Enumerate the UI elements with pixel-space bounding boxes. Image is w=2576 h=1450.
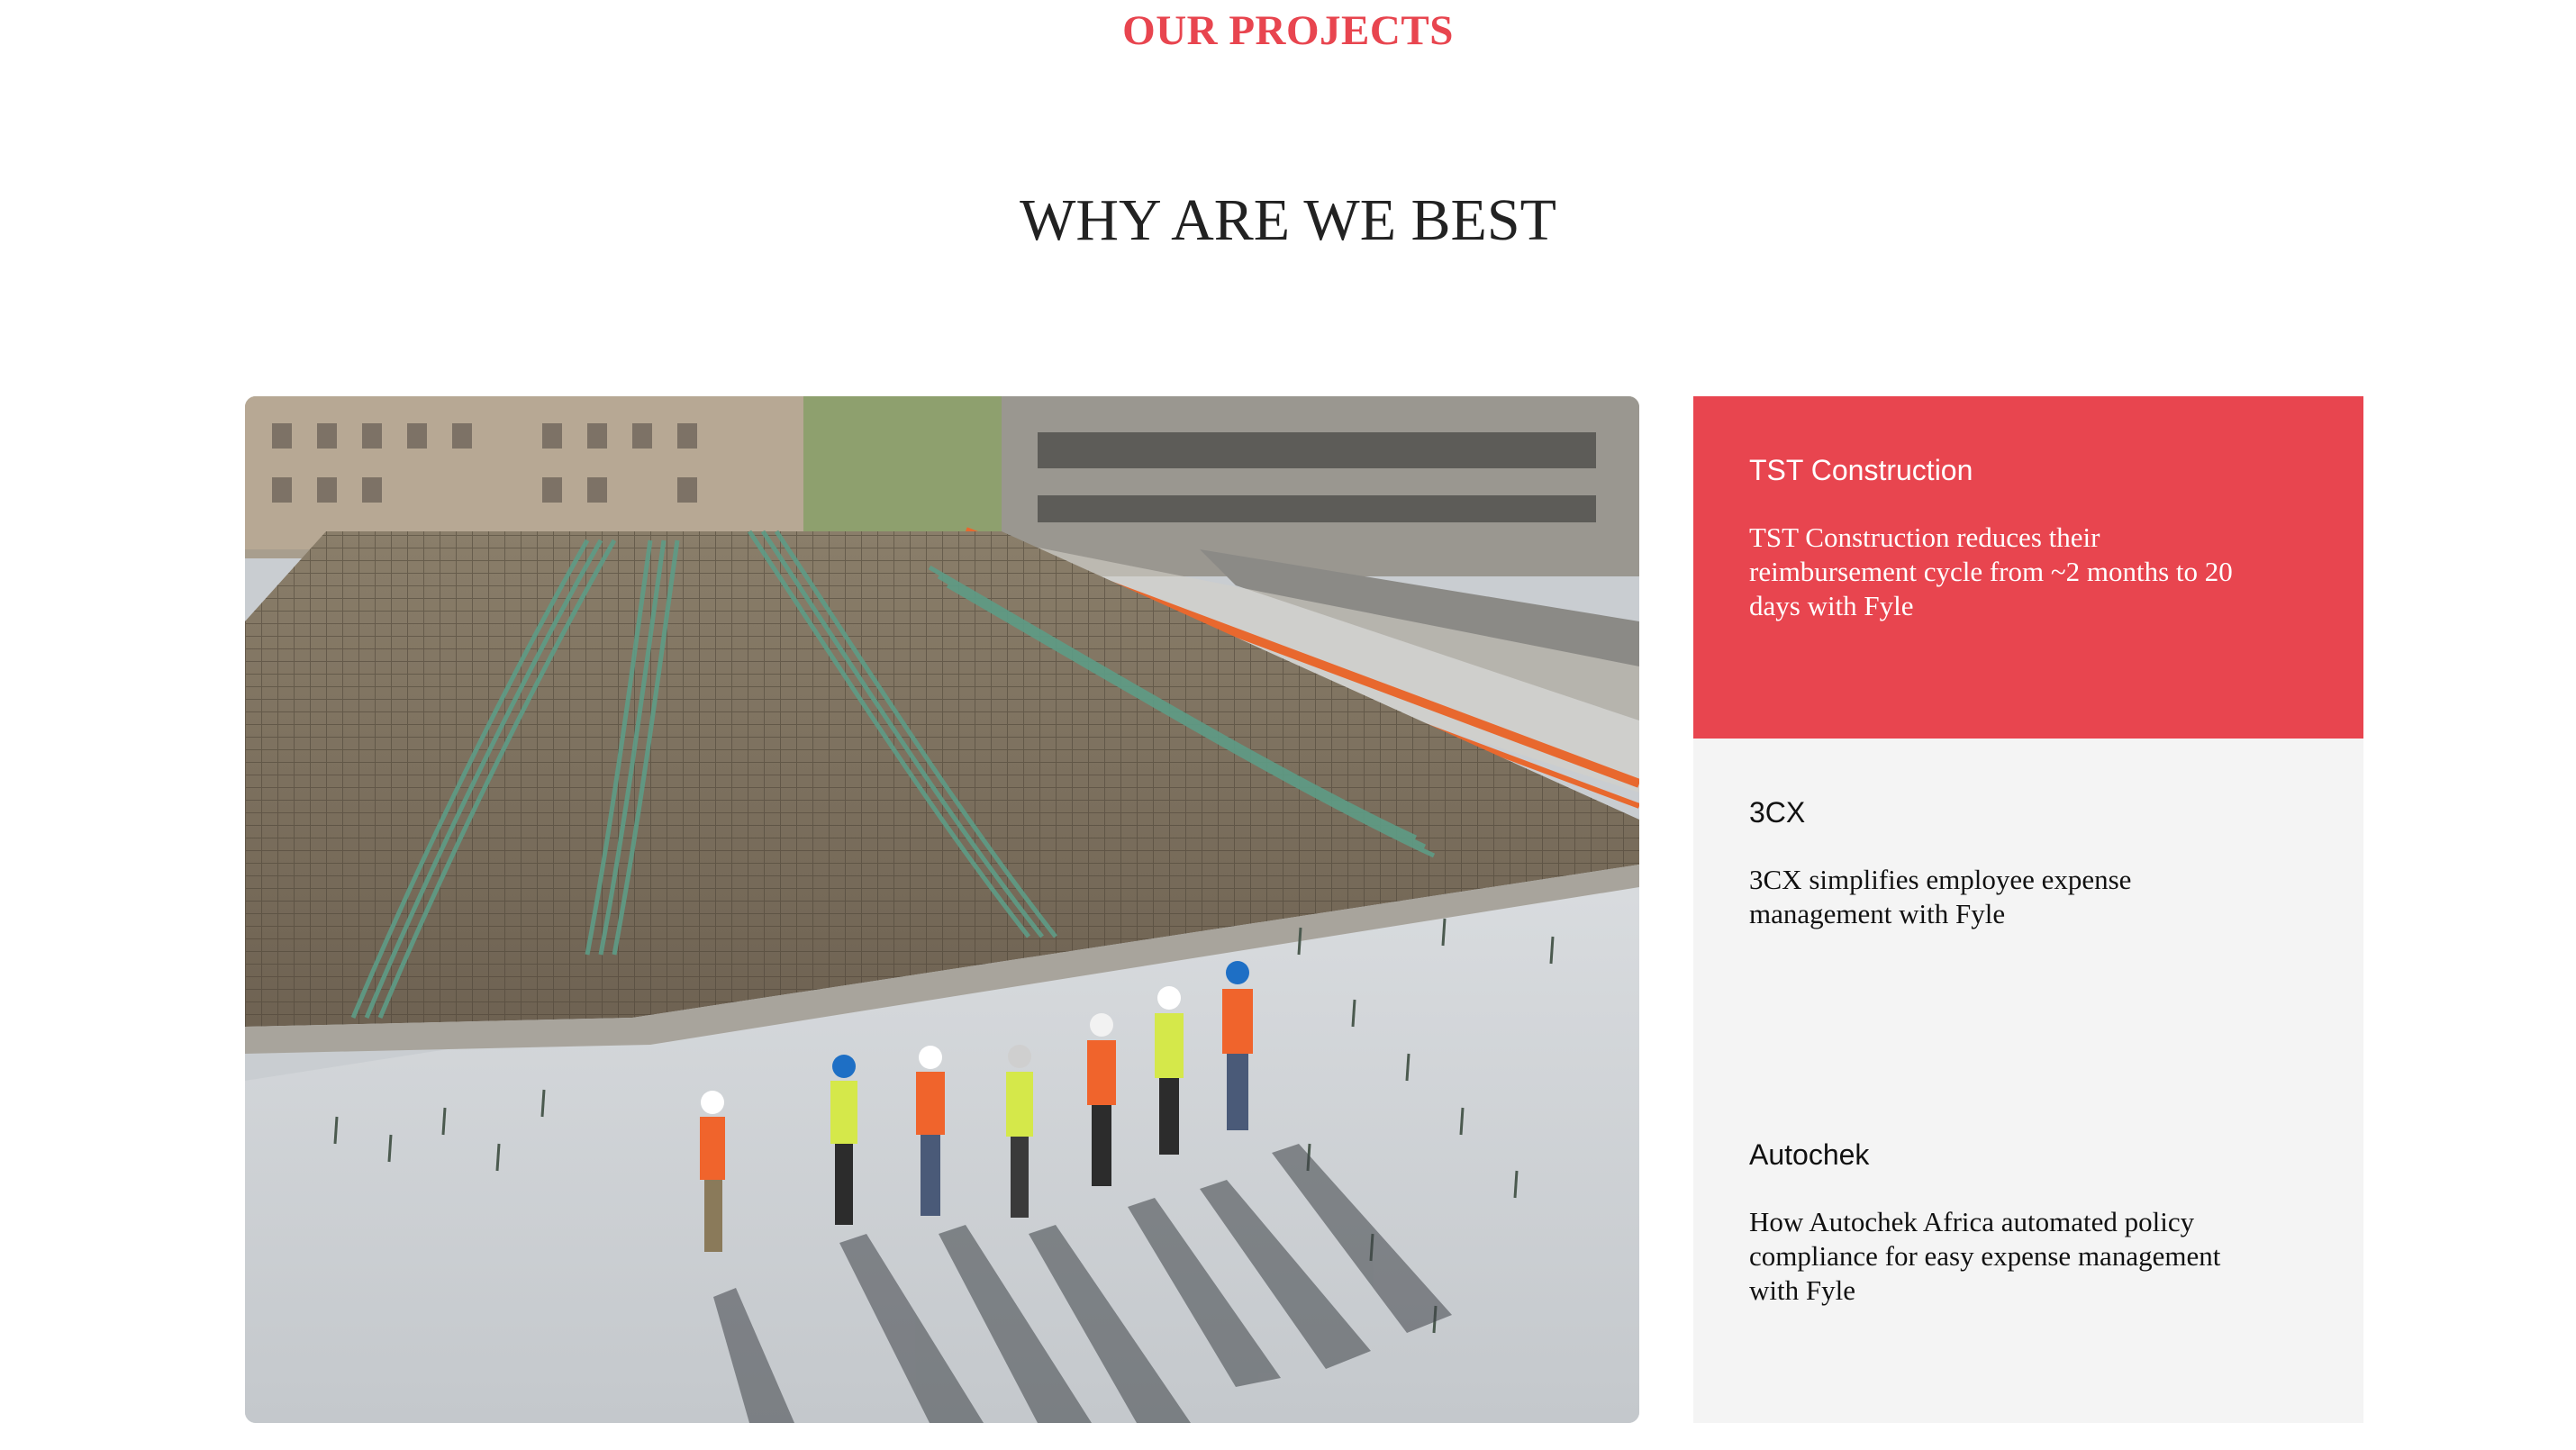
project-card-tst-construction[interactable]: TST Construction TST Construction reduce… [1693,396,2363,739]
construction-site-image [245,396,1639,1423]
project-card-title: Autochek [1749,1138,1870,1171]
section-eyebrow: OUR PROJECTS [1122,7,1454,54]
section-heading: WHY ARE WE BEST [1020,187,1556,253]
project-card-summary: 3CX simplifies employee expense manageme… [1749,864,2132,929]
project-list: TST Construction TST Construction reduce… [1693,396,2363,1423]
project-card-autochek[interactable]: Autochek How Autochek Africa automated p… [1693,1081,2363,1423]
project-card-summary: TST Construction reduces their reimburse… [1749,521,2233,621]
project-card-summary: How Autochek Africa automated policy com… [1749,1206,2221,1306]
project-card-title: 3CX [1749,796,1806,829]
project-card-title: TST Construction [1749,454,1973,486]
project-card-3cx[interactable]: 3CX 3CX simplifies employee expense mana… [1693,739,2363,1081]
